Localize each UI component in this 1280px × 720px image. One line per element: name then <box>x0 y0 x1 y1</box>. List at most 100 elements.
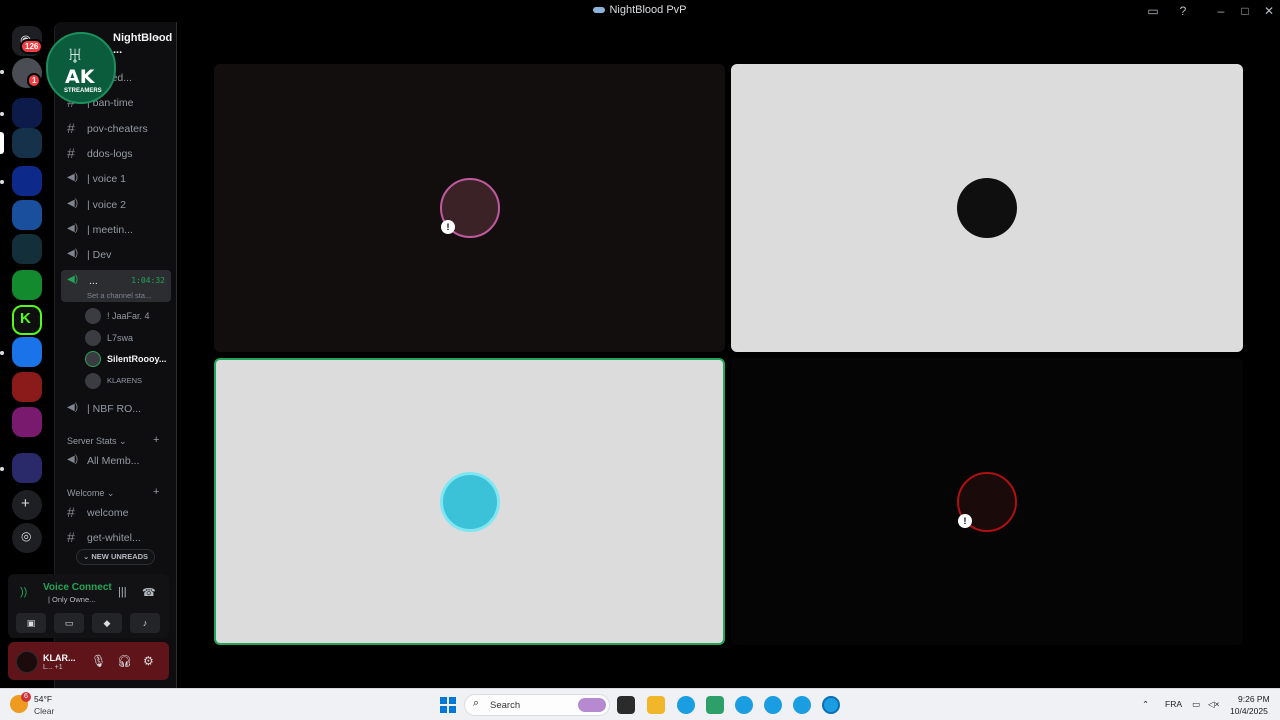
chevron-up-icon[interactable]: ⌃ <box>1142 699 1149 710</box>
soundboard-icon[interactable]: ♪ <box>130 613 160 633</box>
speaker-icon: ◀) <box>67 402 79 413</box>
participant-tile[interactable] <box>731 64 1243 352</box>
maximize-button[interactable]: □ <box>1236 2 1254 20</box>
channel-meeting[interactable]: ◀) | meetin... <box>61 219 171 241</box>
edge-icon[interactable] <box>677 696 695 714</box>
voice-member[interactable]: KLARENS <box>85 371 170 391</box>
channel-status[interactable]: Set a channel sta... <box>87 291 151 300</box>
speaker-icon: ◀) <box>67 198 79 209</box>
avatar <box>85 351 101 367</box>
channel-active-voice[interactable]: ◀) ... 1:04:32 Set a channel sta... <box>61 270 171 302</box>
avatar[interactable] <box>16 651 38 673</box>
server-icon[interactable] <box>12 128 42 158</box>
discord-window: NightBlood PvP ▭ ? – □ ✕ ◉ 126 1 K <box>0 0 1280 688</box>
channel-voice-1[interactable]: ◀) | voice 1 <box>61 168 171 190</box>
signal-icon[interactable]: )) <box>20 586 27 598</box>
noise-suppression-icon[interactable]: ||| <box>118 586 127 598</box>
voice-channel-name[interactable]: | Only Owne... <box>48 595 95 604</box>
server-name[interactable]: NightBlood ... <box>113 32 176 56</box>
language-indicator[interactable]: FRA <box>1165 699 1182 709</box>
voice-member[interactable]: L7swa <box>85 328 170 348</box>
channel-welcome[interactable]: # welcome <box>61 502 171 524</box>
clock-time[interactable]: 9:26 PM <box>1238 694 1270 704</box>
edge-icon[interactable] <box>735 696 753 714</box>
headphones-icon[interactable]: 🎧︎ <box>117 654 132 668</box>
server-logo-icon <box>593 7 606 14</box>
participant-tile[interactable]: ! <box>214 64 725 352</box>
server-icon[interactable] <box>12 98 42 128</box>
discover-button[interactable]: ◎ <box>12 523 42 553</box>
edge-icon[interactable] <box>764 696 782 714</box>
notepad-icon[interactable] <box>706 696 724 714</box>
speaker-icon: ◀) <box>67 172 79 183</box>
weather-temp[interactable]: 54°F <box>34 694 52 704</box>
speaker-icon: ◀) <box>67 223 79 234</box>
plus-icon[interactable]: + <box>153 434 159 446</box>
avatar <box>957 178 1017 238</box>
activity-icon[interactable]: ◆ <box>92 613 122 633</box>
channel-nbf[interactable]: ◀) | NBF RO... <box>61 398 171 420</box>
unread-indicator <box>0 180 4 184</box>
camera-icon[interactable]: ▣ <box>16 613 46 633</box>
file-explorer-icon[interactable] <box>647 696 665 714</box>
username[interactable]: KLAR... <box>43 653 76 663</box>
hash-icon: # <box>67 529 75 545</box>
search-highlight-icon <box>578 698 606 712</box>
plus-icon[interactable]: + <box>153 486 159 498</box>
inbox-icon[interactable]: ▭ <box>1144 2 1162 20</box>
weather-badge: 6 <box>21 692 31 702</box>
hash-icon: # <box>67 504 75 520</box>
network-icon[interactable]: ▭ <box>1192 699 1200 710</box>
edge-icon[interactable] <box>793 696 811 714</box>
task-view-icon[interactable] <box>617 696 635 714</box>
server-icon[interactable] <box>12 407 42 437</box>
clock-date[interactable]: 10/4/2025 <box>1230 706 1268 716</box>
new-unreads-pill[interactable]: ⌄ NEW UNREADS <box>76 549 156 565</box>
gear-icon[interactable]: ⚙ <box>143 654 154 668</box>
voice-member[interactable]: ! JaaFar. 4 <box>85 306 170 326</box>
voice-member[interactable]: SilentRoooy... <box>85 349 170 369</box>
voice-status: Voice Connect <box>43 582 112 593</box>
server-icon[interactable] <box>12 200 42 230</box>
channel-dev[interactable]: ◀) | Dev <box>61 244 171 266</box>
home-badge: 126 <box>20 39 44 54</box>
server-icon[interactable] <box>12 372 42 402</box>
server-icon[interactable] <box>12 270 42 300</box>
category-welcome[interactable]: Welcome ⌄ <box>67 488 114 499</box>
kick-server-icon[interactable]: K <box>12 305 42 335</box>
microphone-icon[interactable]: 🎙︎ <box>91 654 106 668</box>
participant-tile[interactable]: ! <box>731 358 1243 645</box>
windows-start-icon[interactable] <box>440 697 456 713</box>
disconnect-icon[interactable]: ☎ <box>142 586 156 599</box>
server-icon[interactable] <box>12 166 42 196</box>
screen-share-icon[interactable]: ▭ <box>54 613 84 633</box>
channel-voice-2[interactable]: ◀) | voice 2 <box>61 194 171 216</box>
category-server-stats[interactable]: Server Stats ⌄ <box>67 436 127 447</box>
channel-get-whitelist[interactable]: # get-whitel... <box>61 527 171 549</box>
muted-icon: ! <box>441 220 455 234</box>
channel-pov-cheaters[interactable]: # pov-cheaters <box>61 118 171 140</box>
minimize-button[interactable]: – <box>1212 2 1230 20</box>
volume-muted-icon[interactable]: ◁× <box>1208 699 1220 710</box>
call-timer: 1:04:32 <box>131 276 165 285</box>
chevron-down-icon[interactable]: ⌄ <box>153 31 161 42</box>
channel-ddos-logs[interactable]: # ddos-logs <box>61 143 171 165</box>
speaker-icon: ◀) <box>67 454 79 465</box>
server-icon[interactable] <box>12 337 42 367</box>
server-folder[interactable] <box>12 453 42 483</box>
close-button[interactable]: ✕ <box>1260 2 1278 20</box>
avatar <box>85 373 101 389</box>
unread-indicator <box>0 112 4 116</box>
unread-indicator <box>0 351 4 355</box>
avatar <box>85 308 101 324</box>
title-bar: NightBlood PvP ▭ ? – □ ✕ <box>0 0 1280 22</box>
server-icon[interactable] <box>12 234 42 264</box>
search-box[interactable]: ⌕ Search <box>464 694 610 716</box>
help-icon[interactable]: ? <box>1174 2 1192 20</box>
hash-icon: # <box>67 120 75 136</box>
add-server-button[interactable]: + <box>12 490 42 520</box>
hash-icon: # <box>67 145 75 161</box>
participant-tile-speaking[interactable] <box>214 358 725 645</box>
edge-icon[interactable] <box>822 696 840 714</box>
channel-all-members[interactable]: ◀) All Memb... <box>61 450 171 472</box>
